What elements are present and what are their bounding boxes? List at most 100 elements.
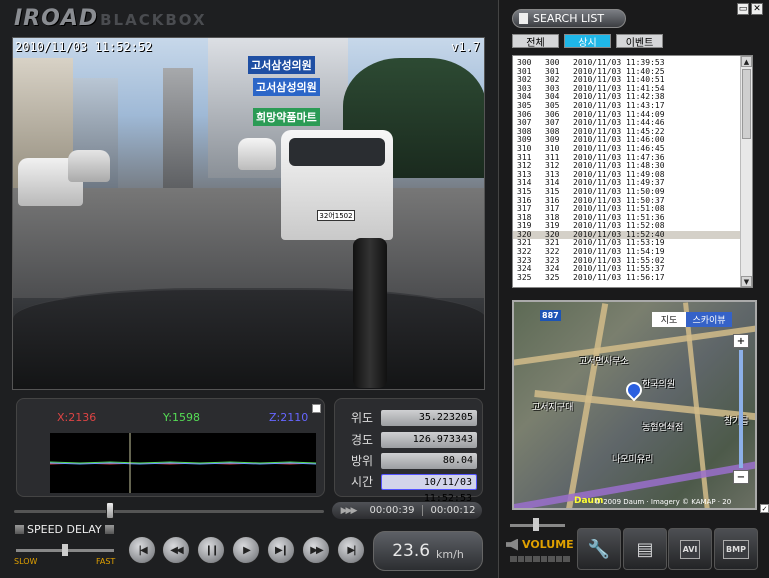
tab-all[interactable]: 전체 bbox=[512, 34, 559, 49]
square-icon bbox=[15, 525, 24, 534]
direction-label: 방위 bbox=[350, 454, 374, 468]
brand-sub: BLACKBOX bbox=[100, 11, 207, 29]
brand-main: IROAD bbox=[14, 6, 99, 31]
map-view[interactable]: 887 지도 스카이뷰 고서면사무소 한국의원 고서지구대 농협연쇄점 나오미유… bbox=[512, 300, 757, 510]
speed-display: 23.6 km/h bbox=[373, 531, 483, 571]
building-sign: 고서삼성의원 bbox=[248, 56, 315, 74]
list-scrollbar[interactable]: ▲ ▼ bbox=[740, 56, 752, 287]
map-road bbox=[514, 323, 755, 367]
close-icon[interactable]: ✕ bbox=[751, 3, 763, 15]
speed-delay-label: SPEED DELAY bbox=[12, 523, 117, 536]
building-sign: 희망약품마트 bbox=[253, 108, 320, 126]
speed-value: 23.6 bbox=[392, 541, 431, 561]
print-button[interactable]: ▤ bbox=[623, 528, 667, 570]
volume-level-bars bbox=[510, 556, 570, 562]
skip-first-icon: |◀ bbox=[138, 544, 147, 556]
time-value: 10/11/03 11:52:53 bbox=[381, 473, 477, 504]
volume-handle[interactable] bbox=[533, 518, 539, 531]
gsensor-y: Y:1598 bbox=[163, 411, 200, 424]
map-copyright: © 2009 Daum · Imagery © KAMAP · 20 bbox=[594, 498, 732, 506]
zoom-out-icon[interactable]: − bbox=[733, 470, 749, 484]
mount-arm bbox=[353, 238, 387, 388]
play-button[interactable]: ▶ bbox=[232, 536, 260, 564]
map-label: 한국의원 bbox=[642, 380, 676, 390]
bmp-export-button[interactable]: BMP bbox=[714, 528, 758, 570]
volume-text: VOLUME bbox=[522, 538, 574, 551]
zoom-in-icon[interactable]: + bbox=[733, 334, 749, 348]
speed-delay-text: SPEED DELAY bbox=[27, 523, 102, 536]
time-label: 시간 bbox=[350, 475, 374, 489]
gsensor-checkbox[interactable] bbox=[312, 404, 321, 413]
gps-direction-row: 방위 80.04 bbox=[343, 451, 477, 470]
road bbox=[13, 188, 484, 298]
gps-time-row: 시간 10/11/03 11:52:53 bbox=[343, 472, 477, 504]
tab-event[interactable]: 이벤트 bbox=[616, 34, 663, 49]
speed-unit: km/h bbox=[436, 547, 464, 561]
zoom-track[interactable] bbox=[739, 350, 743, 468]
tab-normal[interactable]: 상시 bbox=[564, 34, 611, 49]
longitude-label: 경도 bbox=[350, 433, 374, 447]
dashboard bbox=[13, 288, 484, 389]
building bbox=[163, 68, 193, 188]
gps-panel: 위도 35.223205 경도 126.973343 방위 80.04 시간 1… bbox=[334, 398, 483, 504]
latitude-value: 35.223205 bbox=[381, 409, 477, 426]
gsensor-x: X:2136 bbox=[57, 411, 97, 424]
speed-delay-handle[interactable] bbox=[62, 544, 68, 556]
slow-label: SLOW bbox=[14, 557, 38, 566]
gps-longitude-row: 경도 126.973343 bbox=[343, 430, 477, 449]
list-item[interactable]: 325 325 2010/11/03 11:56:17 bbox=[513, 272, 741, 283]
map-label: 나오미유리 bbox=[612, 455, 654, 465]
fast-forward-icon: ▶▶ bbox=[310, 544, 323, 556]
parked-car bbox=[68, 150, 110, 182]
fast-forward-icon: ▶▶▶ bbox=[340, 505, 358, 516]
video-view[interactable]: 고서삼성의원 고서삼성의원 희망약품마트 32어1502 2010/11/03 … bbox=[12, 37, 485, 390]
video-version: v1.7 bbox=[451, 40, 480, 54]
map-zoom-control[interactable]: + − bbox=[733, 334, 749, 484]
step-button[interactable]: ▶❙ bbox=[267, 536, 295, 564]
list-cell: 2010/11/03 11:56:17 bbox=[573, 272, 665, 282]
tab-map[interactable]: 지도 bbox=[652, 312, 686, 327]
settings-button[interactable]: 🔧 bbox=[577, 528, 621, 570]
skip-last-icon: ▶| bbox=[347, 544, 356, 556]
map-label: 농협연쇄점 bbox=[642, 423, 684, 433]
pause-button[interactable]: ❙❙ bbox=[197, 536, 225, 564]
suv-ahead: 32어1502 bbox=[281, 130, 393, 240]
remaining-time: 00:00:12 bbox=[430, 505, 476, 516]
bmp-icon: BMP bbox=[723, 539, 749, 559]
seek-bar[interactable] bbox=[14, 510, 324, 513]
scroll-thumb[interactable] bbox=[742, 69, 751, 139]
square-icon bbox=[104, 525, 114, 534]
map-label: 고서면사무소 bbox=[579, 357, 629, 367]
minimize-icon[interactable]: ▭ bbox=[737, 3, 749, 15]
avi-export-button[interactable]: AVI bbox=[668, 528, 712, 570]
map-checkbox[interactable]: ✓ bbox=[760, 504, 769, 513]
longitude-value: 126.973343 bbox=[381, 431, 477, 448]
play-icon: ▶ bbox=[243, 544, 251, 556]
elapsed-time: 00:00:39 bbox=[369, 505, 415, 516]
rewind-button[interactable]: ◀◀ bbox=[162, 536, 190, 564]
divider bbox=[422, 505, 423, 516]
tab-skyview[interactable]: 스카이뷰 bbox=[686, 312, 732, 327]
list-rows: 300 300 2010/11/03 11:39:53 301 301 2010/11/0… bbox=[513, 58, 741, 283]
window-controls: ▭ ✕ bbox=[737, 3, 763, 15]
video-timestamp: 2010/11/03 11:52:52 bbox=[15, 40, 153, 54]
map-label: 고서지구대 bbox=[532, 403, 574, 413]
gsensor-line-y bbox=[49, 461, 317, 464]
last-button[interactable]: ▶| bbox=[337, 536, 365, 564]
seek-handle[interactable] bbox=[106, 502, 114, 519]
scroll-up-icon[interactable]: ▲ bbox=[741, 56, 752, 67]
first-button[interactable]: |◀ bbox=[128, 536, 156, 564]
gsensor-z: Z:2110 bbox=[269, 411, 309, 424]
truck bbox=[238, 138, 276, 170]
recording-list[interactable]: 300 300 2010/11/03 11:39:53 301 301 2010/11/0… bbox=[512, 55, 753, 288]
scroll-down-icon[interactable]: ▼ bbox=[741, 276, 752, 287]
speaker-icon bbox=[506, 538, 518, 551]
license-plate: 32어1502 bbox=[317, 210, 355, 221]
rewind-icon: ◀◀ bbox=[170, 544, 183, 556]
search-list-header[interactable]: SEARCH LIST bbox=[512, 9, 626, 28]
fast-forward-button[interactable]: ▶▶ bbox=[302, 536, 330, 564]
volume-label: VOLUME bbox=[506, 538, 574, 551]
gsensor-panel: X:2136 Y:1598 Z:2110 bbox=[16, 398, 325, 497]
list-cell: 325 bbox=[517, 272, 532, 282]
wrench-icon: 🔧 bbox=[587, 538, 611, 560]
